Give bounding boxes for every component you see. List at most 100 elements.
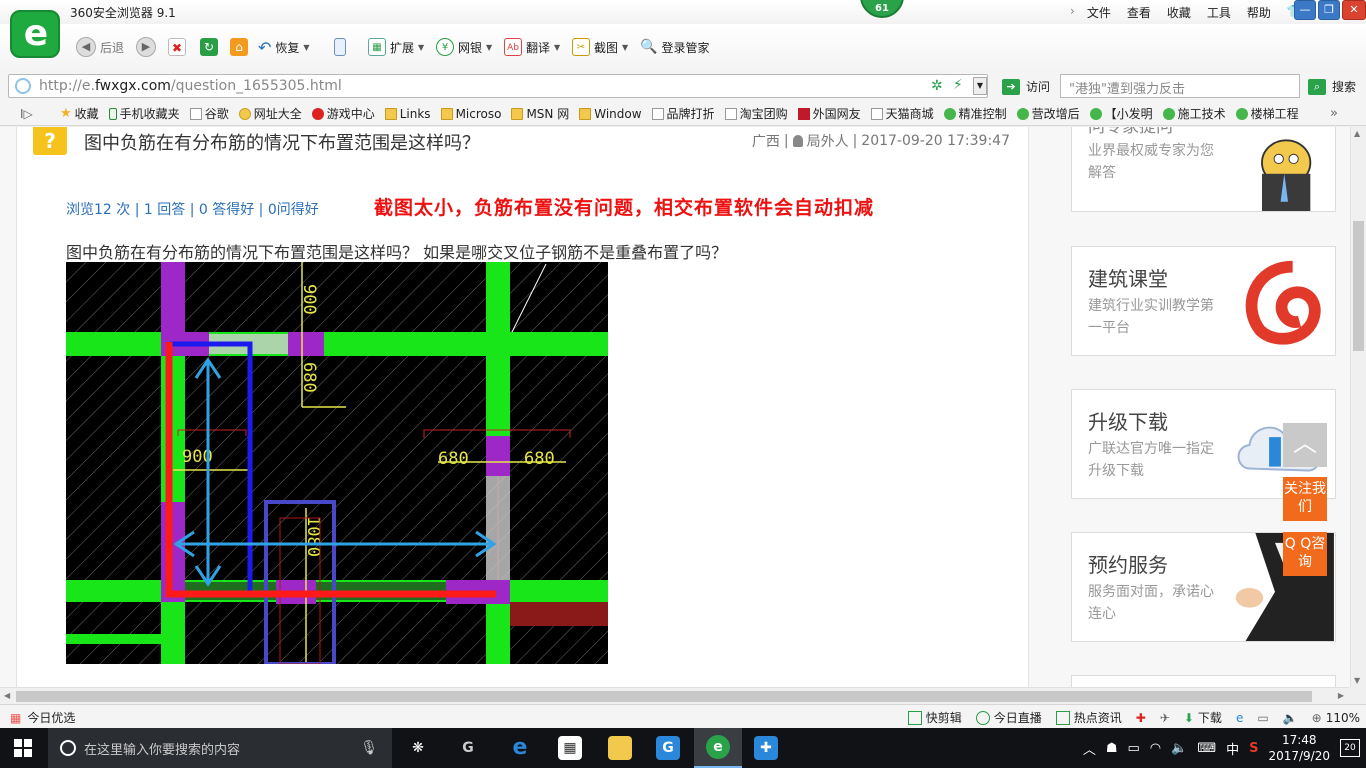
stop-button[interactable]: ✖ [168,36,186,58]
plus-app[interactable]: ✚ [742,728,790,768]
battery-icon[interactable]: ▭ [1127,741,1139,756]
bookmark-item[interactable]: 天猫商城 [870,105,934,122]
home-button[interactable]: ⌂ [230,36,248,58]
refresh-button[interactable]: ↻ [200,36,218,58]
bookmark-item[interactable]: Window [579,107,642,121]
question-author[interactable]: 局外人 [807,131,849,151]
sogou-icon[interactable]: S [1249,741,1258,756]
menu-tools[interactable]: 工具 [1207,4,1231,21]
speaker-icon[interactable]: 🔈 [1283,711,1298,725]
browser-logo[interactable]: e [10,10,60,58]
notification-counter-badge[interactable]: 61 [860,0,904,18]
volume-icon[interactable]: 🔈 [1171,741,1187,756]
bookmark-item[interactable]: 淘宝团购 [724,105,788,122]
course-card[interactable]: 建筑课堂 建筑行业实训教学第一平台 [1071,246,1336,356]
sidebar-toggle-icon[interactable]: I▷ [20,107,33,121]
bookmark-item[interactable]: 网址大全 [238,105,302,122]
ie-icon[interactable]: e [1236,711,1243,725]
search-button[interactable]: ⌕ 搜索 [1308,78,1356,95]
bookmark-item[interactable]: 【小发明 [1089,105,1153,122]
search-input[interactable]: "港独"遭到强力反击 [1060,74,1300,98]
scroll-thumb[interactable] [1353,221,1364,351]
menu-file[interactable]: 文件 [1087,4,1111,21]
reload-icon[interactable]: ✲ [931,78,943,94]
scroll-right-icon[interactable]: ▶ [1338,691,1344,700]
store-app[interactable]: ▦ [546,728,594,768]
menu-view[interactable]: 查看 [1127,4,1151,21]
task-view-app[interactable]: ❋ [394,728,442,768]
windows-start-icon[interactable] [14,739,32,757]
login-manager-button[interactable]: 🔍 登录管家 [640,36,709,58]
bookmark-item[interactable]: 谷歌 [189,105,229,122]
pin-icon[interactable]: ✈ [1160,711,1170,725]
microphone-icon[interactable]: 🎙 [360,740,378,756]
edge-app[interactable]: e [496,728,544,768]
scroll-down-icon[interactable]: ▼ [1354,676,1360,685]
scroll-thumb[interactable] [16,691,1312,702]
bookmark-item[interactable]: 楼梯工程 [1235,105,1299,122]
bookmark-favorites[interactable]: ★ 收藏 [60,105,99,122]
back-button[interactable]: ◀ 后退 [76,36,124,58]
bookmark-item[interactable]: 施工技术 [1162,105,1226,122]
bookmark-item[interactable]: Links [384,107,431,121]
dropdown-arrow-icon[interactable]: ▼ [973,77,987,95]
bookmark-item[interactable]: 品牌打折 [651,105,715,122]
horizontal-scrollbar[interactable]: ◀ ▶ [0,687,1350,704]
minimize-button[interactable]: — [1294,0,1316,20]
browser-360-app[interactable]: e [694,728,742,768]
status-label: 快剪辑 [925,711,962,725]
forward-button[interactable]: ▶ [136,36,156,58]
translate-button[interactable]: Ab 翻译 ▼ [504,36,560,58]
browser-app[interactable]: G [444,728,492,768]
notification-center-icon[interactable]: 20 [1340,739,1360,757]
hot-news-button[interactable]: 热点资讯 [1055,709,1122,726]
url-text[interactable]: http://e.fwxgx.com/question_1655305.html [39,78,342,94]
address-bar[interactable]: http://e.fwxgx.com/question_1655305.html… [8,74,988,98]
screenshot-button[interactable]: ✂ 截图 ▼ [572,36,628,58]
today-pick-button[interactable]: ▦ 今日优选 [10,709,75,726]
back-to-top-button[interactable]: ︿ [1283,423,1327,467]
taskbar-search-input[interactable]: 在这里输入你要搜索的内容 🎙 [48,728,392,768]
bookmark-item[interactable]: MSN 网 [511,105,569,122]
bookmarks-more-icon[interactable]: » [1330,106,1338,121]
window-icon[interactable]: ▭ [1257,711,1268,725]
expert-card[interactable]: 问专家提问 业界最权威专家为您解答 [1071,127,1336,212]
qq-consult-button[interactable]: Q Q咨询 [1283,532,1327,576]
keyboard-icon[interactable]: ⌨ [1197,741,1216,756]
maximize-button[interactable]: ❐ [1318,0,1340,20]
live-button[interactable]: 今日直播 [975,709,1042,726]
zoom-control[interactable]: ⊕ 110% [1312,711,1360,725]
quick-clip-button[interactable]: 快剪辑 [907,709,962,726]
extend-button[interactable]: ▦ 扩展 ▼ [368,36,424,58]
medical-icon[interactable]: ✚ [1136,711,1146,725]
scroll-up-icon[interactable]: ▲ [1354,129,1360,138]
mobile-button[interactable] [334,36,346,58]
visit-button[interactable]: ➔ 访问 [1002,78,1050,95]
ime-indicator[interactable]: 中 [1226,739,1239,758]
bookmark-item[interactable]: 手机收藏夹 [108,105,180,122]
scissors-icon: ✂ [572,38,590,56]
vertical-scrollbar[interactable]: ▲ ▼ [1350,127,1366,687]
bookmark-item[interactable]: 精准控制 [943,105,1007,122]
wifi-icon[interactable]: ◠ [1150,741,1161,756]
bookmark-item[interactable]: Microso [440,107,501,121]
cad-drawing-image[interactable]: 900 680 900 680 680 1080 [66,262,608,666]
chevron-up-icon[interactable]: ︿ [1083,739,1096,758]
bookmark-item[interactable]: 营改增后 [1016,105,1080,122]
close-button[interactable]: ✕ [1342,0,1366,20]
chevron-right-icon[interactable]: › [1070,4,1075,21]
people-icon[interactable]: ☗ [1106,741,1118,756]
restore-button[interactable]: ↶ 恢复 ▼ [258,36,310,58]
scroll-left-icon[interactable]: ◀ [4,691,10,700]
bookmark-item[interactable]: 游戏中心 [311,105,375,122]
bookmark-item[interactable]: 外国网友 [797,105,861,122]
menu-favorites[interactable]: 收藏 [1167,4,1191,21]
follow-us-button[interactable]: 关注我们 [1283,477,1327,521]
clock[interactable]: 17:48 2017/9/20 [1268,732,1330,764]
file-explorer-app[interactable] [596,728,644,768]
glodon-app[interactable]: G [644,728,692,768]
download-button[interactable]: ⬇ 下载 [1184,709,1222,726]
lightning-icon[interactable]: ⚡ [953,77,963,93]
netbank-button[interactable]: ¥ 网银 ▼ [436,36,492,58]
menu-help[interactable]: 帮助 [1247,4,1271,21]
